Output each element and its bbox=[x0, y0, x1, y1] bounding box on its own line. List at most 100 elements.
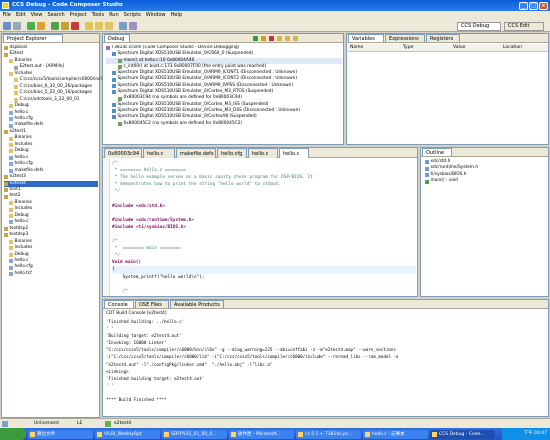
code-line: * The hello example serves as a basic sa… bbox=[112, 175, 313, 181]
perspective-ccs-debug[interactable]: CCS Debug bbox=[457, 22, 501, 31]
include-icon bbox=[425, 173, 429, 178]
project-explorer-panel: Project Explorer dspbiosl E2test Binaries E… bbox=[1, 33, 110, 418]
close-button[interactable]: × bbox=[539, 1, 548, 10]
outline-item[interactable]: main() : void bbox=[425, 178, 545, 184]
build-icon[interactable] bbox=[37, 22, 45, 30]
tab-ose-files[interactable]: OSE Files bbox=[135, 300, 169, 308]
tab-registers[interactable]: Registers bbox=[426, 34, 460, 42]
function-icon bbox=[425, 179, 429, 184]
code-line: /* bbox=[112, 288, 128, 294]
resume-icon[interactable] bbox=[51, 22, 59, 30]
search-icon[interactable] bbox=[119, 22, 127, 30]
code-area[interactable]: /* * ======== hello.c ======== * The hel… bbox=[112, 160, 416, 296]
editor-tab[interactable]: hello.c bbox=[143, 148, 175, 158]
target-icon bbox=[112, 77, 116, 82]
debug-icon[interactable] bbox=[27, 22, 35, 30]
taskbar-item[interactable]: VILIB_WeeklyRpt bbox=[95, 429, 160, 439]
editor-tab[interactable]: 0x80003c94 bbox=[104, 148, 142, 158]
project-icon bbox=[105, 421, 111, 427]
project-icon bbox=[4, 181, 8, 186]
app-icon bbox=[30, 431, 35, 437]
step-over-icon[interactable] bbox=[285, 36, 290, 41]
start-button[interactable] bbox=[0, 428, 26, 440]
project-icon bbox=[4, 188, 8, 193]
menu-window[interactable]: Window bbox=[143, 12, 168, 18]
taskbar-item[interactable]: hello.c - 記事本 bbox=[363, 429, 428, 439]
code-line: Void main() bbox=[112, 260, 142, 266]
file-icon bbox=[9, 155, 13, 160]
col-value[interactable]: Value bbox=[453, 44, 465, 52]
step-into-icon[interactable] bbox=[85, 22, 93, 30]
col-location[interactable]: Location bbox=[503, 44, 522, 52]
taskbar-item[interactable]: 收件匣 - Microsoft... bbox=[229, 429, 294, 439]
maximize-button[interactable]: □ bbox=[529, 1, 538, 10]
suspend-icon[interactable] bbox=[261, 36, 266, 41]
step-into-icon[interactable] bbox=[277, 36, 282, 41]
taskbar-item[interactable]: SDFP555_01_00_0... bbox=[162, 429, 227, 439]
suspend-icon[interactable] bbox=[61, 22, 69, 30]
tree-item[interactable]: hello.tcf bbox=[4, 271, 98, 277]
editor-tab[interactable]: hello.c bbox=[248, 148, 278, 158]
editor-tab[interactable]: makefile.defs bbox=[176, 148, 216, 158]
new-icon[interactable] bbox=[3, 22, 11, 30]
terminate-icon[interactable] bbox=[71, 22, 79, 30]
resume-icon[interactable] bbox=[253, 36, 258, 41]
target-icon bbox=[112, 109, 116, 114]
terminate-icon[interactable] bbox=[269, 36, 274, 41]
tab-outline[interactable]: Outline bbox=[422, 148, 452, 156]
system-tray: 下午 03:47 bbox=[502, 428, 550, 440]
menu-tools[interactable]: Tools bbox=[89, 12, 106, 18]
tab-variables[interactable]: Variables bbox=[348, 34, 384, 42]
file-icon bbox=[9, 149, 13, 154]
tab-available-products[interactable]: Available Products bbox=[170, 300, 224, 308]
project-icon bbox=[4, 233, 8, 238]
console-output[interactable]: 'Finished building: ../hello.c' ' ' 'Build… bbox=[106, 318, 546, 403]
tab-debug[interactable]: Debug bbox=[104, 34, 130, 42]
file-icon bbox=[9, 168, 13, 173]
save-icon[interactable] bbox=[13, 22, 21, 30]
editor-panel: 0x80003c94 hello.c makefile.defs hello.cfg h… bbox=[102, 147, 418, 297]
col-type[interactable]: Type bbox=[403, 44, 413, 52]
target-icon bbox=[112, 115, 116, 120]
code-line: /* bbox=[112, 239, 118, 245]
debug-item[interactable]: 0x800045C2 (no symbols are defined for 0… bbox=[106, 121, 342, 127]
app-icon bbox=[365, 431, 370, 437]
file-icon bbox=[14, 97, 18, 102]
file-icon bbox=[9, 72, 13, 77]
step-return-icon[interactable] bbox=[105, 22, 113, 30]
editor-tab[interactable]: hello.cfg bbox=[217, 148, 247, 158]
menu-edit[interactable]: Edit bbox=[13, 12, 28, 18]
menu-search[interactable]: Search bbox=[45, 12, 67, 18]
menu-scripts[interactable]: Scripts bbox=[121, 12, 143, 18]
outline-tree: xdc/std.h xdc/runtime/System.h ti/sysbios/… bbox=[425, 159, 545, 185]
open-type-icon[interactable] bbox=[129, 22, 137, 30]
debug-panel: Debug T3814c.ccxml [Code Composer Studio… bbox=[102, 33, 344, 145]
step-return-icon[interactable] bbox=[293, 36, 298, 41]
file-icon bbox=[9, 104, 13, 109]
menu-view[interactable]: View bbox=[28, 12, 45, 18]
fast-view-icon[interactable] bbox=[2, 421, 8, 427]
taskbar-item[interactable]: 數位文件 bbox=[28, 429, 93, 439]
project-icon bbox=[4, 226, 8, 231]
status-bar: Unlicensed LE e2test4 bbox=[0, 418, 550, 428]
file-icon bbox=[9, 143, 13, 148]
editor-tab[interactable]: hello.c bbox=[279, 148, 309, 158]
taskbar-item[interactable]: cs 5.1 + T3814c.pc... bbox=[296, 429, 361, 439]
project-icon bbox=[4, 175, 8, 180]
menu-run[interactable]: Run bbox=[107, 12, 122, 18]
tab-project-explorer[interactable]: Project Explorer bbox=[3, 34, 63, 42]
tab-console[interactable]: Console bbox=[104, 300, 134, 308]
tab-expressions[interactable]: Expressions bbox=[385, 34, 425, 42]
step-over-icon[interactable] bbox=[95, 22, 103, 30]
col-name[interactable]: Name bbox=[350, 44, 363, 52]
menu-file[interactable]: File bbox=[0, 12, 13, 18]
menu-project[interactable]: Project bbox=[67, 12, 89, 18]
file-icon bbox=[9, 265, 13, 270]
console-line: <Linking> bbox=[106, 368, 129, 374]
minimize-button[interactable]: _ bbox=[519, 1, 528, 10]
menu-help[interactable]: Help bbox=[168, 12, 184, 18]
code-line: /* bbox=[112, 161, 118, 166]
taskbar-item[interactable]: CCS Debug - Code... bbox=[430, 429, 495, 439]
perspective-ccs-edit[interactable]: CCS Edit bbox=[504, 22, 544, 31]
